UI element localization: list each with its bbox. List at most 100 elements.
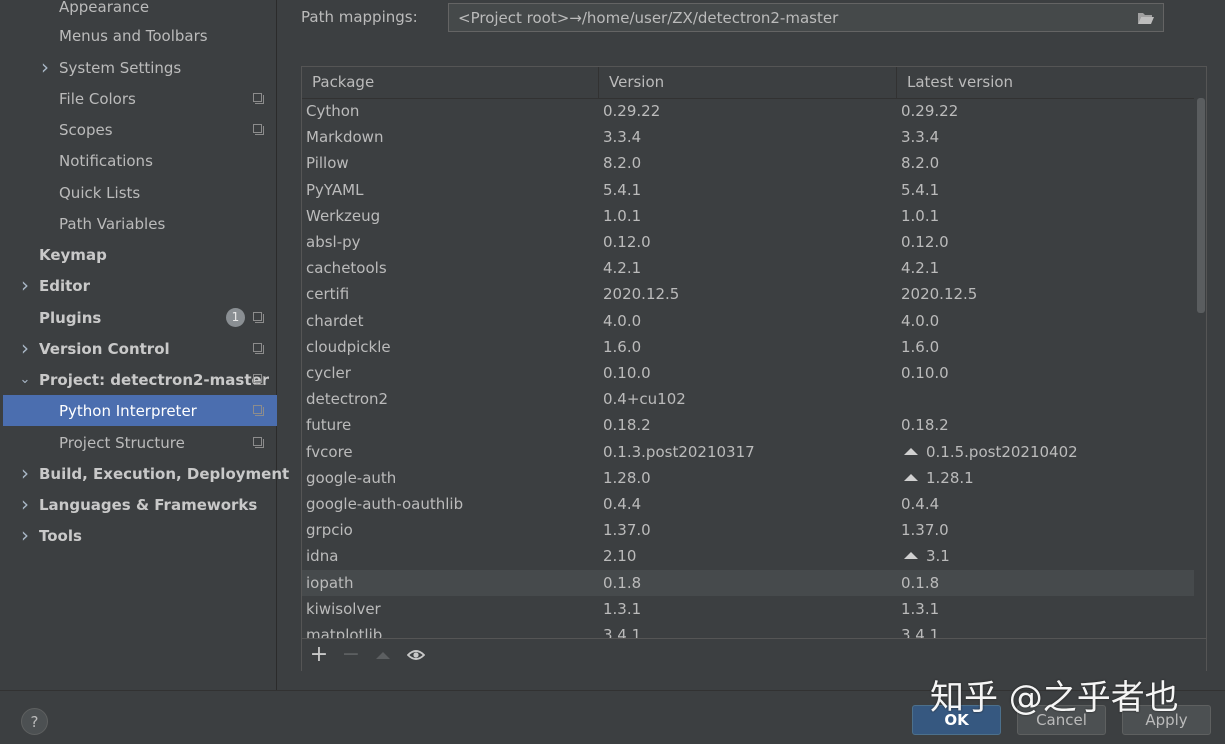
sidebar-item-label: Menus and Toolbars [59,26,208,45]
table-row[interactable]: cachetools 4.2.1 4.2.1 [302,255,1194,281]
table-row[interactable]: idna 2.10 3.1 [302,543,1194,569]
latest-version-cell: 0.29.22 [901,102,959,120]
sidebar-item-languages-frameworks[interactable]: › Languages & Frameworks [3,489,277,520]
table-row[interactable]: Cython 0.29.22 0.29.22 [302,98,1194,124]
table-row[interactable]: certifi 2020.12.5 2020.12.5 [302,281,1194,307]
package-name-cell: PyYAML [306,181,364,199]
table-row[interactable]: cycler 0.10.0 0.10.0 [302,360,1194,386]
package-name-cell: cycler [306,364,351,382]
sidebar-item-build-execution-deployment[interactable]: › Build, Execution, Deployment [3,458,289,489]
packages-toolbar: + − [302,638,1206,671]
column-header-latest-version[interactable]: Latest version [897,67,1194,98]
package-name-cell: Pillow [306,154,349,172]
table-row[interactable]: absl-py 0.12.0 0.12.0 [302,229,1194,255]
sidebar-item-version-control[interactable]: › Version Control [3,333,277,364]
package-name-cell: google-auth-oauthlib [306,495,464,513]
sidebar-item-python-interpreter[interactable]: Python Interpreter [3,395,277,426]
version-cell: 3.3.4 [603,128,642,146]
version-cell: 1.28.0 [603,469,651,487]
version-cell: 0.10.0 [603,364,651,382]
version-cell: 0.4+cu102 [603,390,686,408]
packages-table-body: Cython 0.29.22 0.29.22 Markdown 3.3.4 3.3.4 Pi… [302,98,1194,638]
sidebar-item-quick-lists[interactable]: Quick Lists [3,177,277,208]
sidebar-item-label: Path Variables [59,214,166,233]
path-mappings-field[interactable]: <Project root>→/home/user/ZX/detectron2-… [448,3,1164,32]
version-cell: 0.12.0 [603,233,651,251]
help-button[interactable]: ? [21,708,48,735]
sidebar-item-project-detectron2-master[interactable]: ⌄ Project: detectron2-master [3,364,277,395]
table-row[interactable]: chardet 4.0.0 4.0.0 [302,308,1194,334]
remove-package-button[interactable]: − [341,644,361,666]
sidebar-item-menus-and-toolbars[interactable]: Menus and Toolbars [3,20,277,51]
table-row[interactable]: kiwisolver 1.3.1 1.3.1 [302,596,1194,622]
version-cell: 8.2.0 [603,154,642,172]
chevron-right-icon[interactable]: › [19,494,31,514]
sidebar-item-project-structure[interactable]: Project Structure [3,427,277,458]
sidebar-item-editor[interactable]: › Editor [3,270,277,301]
package-name-cell: chardet [306,312,364,330]
upgrade-package-button[interactable] [373,645,393,665]
chevron-right-icon[interactable]: › [19,463,31,483]
show-early-releases-button[interactable] [406,645,426,665]
column-header-package[interactable]: Package [302,67,599,98]
sidebar-item-label: Editor [39,276,90,295]
sidebar-item-plugins[interactable]: Plugins 1 [3,302,277,333]
latest-version-cell: 3.1 [901,543,950,569]
folder-open-icon[interactable] [1137,11,1155,25]
table-row[interactable]: google-auth 1.28.0 1.28.1 [302,465,1194,491]
column-header-version[interactable]: Version [599,67,897,98]
project-level-icon [253,437,264,448]
chevron-right-icon[interactable]: › [19,338,31,358]
package-name-cell: google-auth [306,469,397,487]
eye-icon [406,650,426,660]
chevron-right-icon[interactable]: › [19,275,31,295]
table-row[interactable]: detectron2 0.4+cu102 [302,386,1194,412]
project-level-icon [253,93,264,104]
project-level-icon [253,312,264,323]
table-row[interactable]: Pillow 8.2.0 8.2.0 [302,150,1194,176]
latest-version-cell: 1.6.0 [901,338,940,356]
project-level-icon [253,405,264,416]
package-name-cell: cloudpickle [306,338,391,356]
latest-version-text: 3.1 [926,547,950,565]
sidebar-item-label: Keymap [39,245,107,264]
chevron-down-icon[interactable]: ⌄ [19,372,31,387]
table-row[interactable]: matplotlib 3.4.1 3.4.1 [302,622,1194,638]
latest-version-cell: 2020.12.5 [901,285,978,303]
project-level-icon [253,124,264,135]
sidebar-item-label: Scopes [59,120,113,139]
table-row[interactable]: PyYAML 5.4.1 5.4.1 [302,177,1194,203]
latest-version-cell: 0.12.0 [901,233,949,251]
add-package-button[interactable]: + [309,644,329,666]
table-row[interactable]: cloudpickle 1.6.0 1.6.0 [302,334,1194,360]
sidebar-item-appearance[interactable]: Appearance [3,0,277,22]
version-cell: 0.1.8 [603,574,642,592]
version-cell: 0.18.2 [603,416,651,434]
latest-version-cell: 3.3.4 [901,128,940,146]
packages-scrollbar[interactable] [1194,98,1206,638]
sidebar-item-system-settings[interactable]: › System Settings [3,52,277,83]
version-cell: 1.3.1 [603,600,642,618]
chevron-right-icon[interactable]: › [39,57,51,77]
latest-version-cell: 1.3.1 [901,600,940,618]
sidebar-item-scopes[interactable]: Scopes [3,114,277,145]
table-row[interactable]: future 0.18.2 0.18.2 [302,412,1194,438]
sidebar-item-label: Notifications [59,151,153,170]
sidebar-item-tools[interactable]: › Tools [3,520,277,551]
table-row[interactable]: Markdown 3.3.4 3.3.4 [302,124,1194,150]
sidebar-item-label: Project Structure [59,433,185,452]
sidebar-item-path-variables[interactable]: Path Variables [3,208,277,239]
table-row[interactable]: google-auth-oauthlib 0.4.4 0.4.4 [302,491,1194,517]
path-mappings-label: Path mappings: [301,8,418,26]
table-row[interactable]: grpcio 1.37.0 1.37.0 [302,517,1194,543]
latest-version-cell: 0.1.8 [901,574,940,592]
sidebar-item-keymap[interactable]: Keymap [3,239,277,270]
table-row[interactable]: Werkzeug 1.0.1 1.0.1 [302,203,1194,229]
sidebar-item-file-colors[interactable]: File Colors [3,83,277,114]
chevron-right-icon[interactable]: › [19,525,31,545]
table-row[interactable]: iopath 0.1.8 0.1.8 [302,570,1194,596]
table-row[interactable]: fvcore 0.1.3.post20210317 0.1.5.post202104… [302,439,1194,465]
scrollbar-thumb[interactable] [1197,98,1205,313]
sidebar-item-notifications[interactable]: Notifications [3,145,277,176]
path-mappings-value: <Project root>→/home/user/ZX/detectron2-… [458,9,839,27]
